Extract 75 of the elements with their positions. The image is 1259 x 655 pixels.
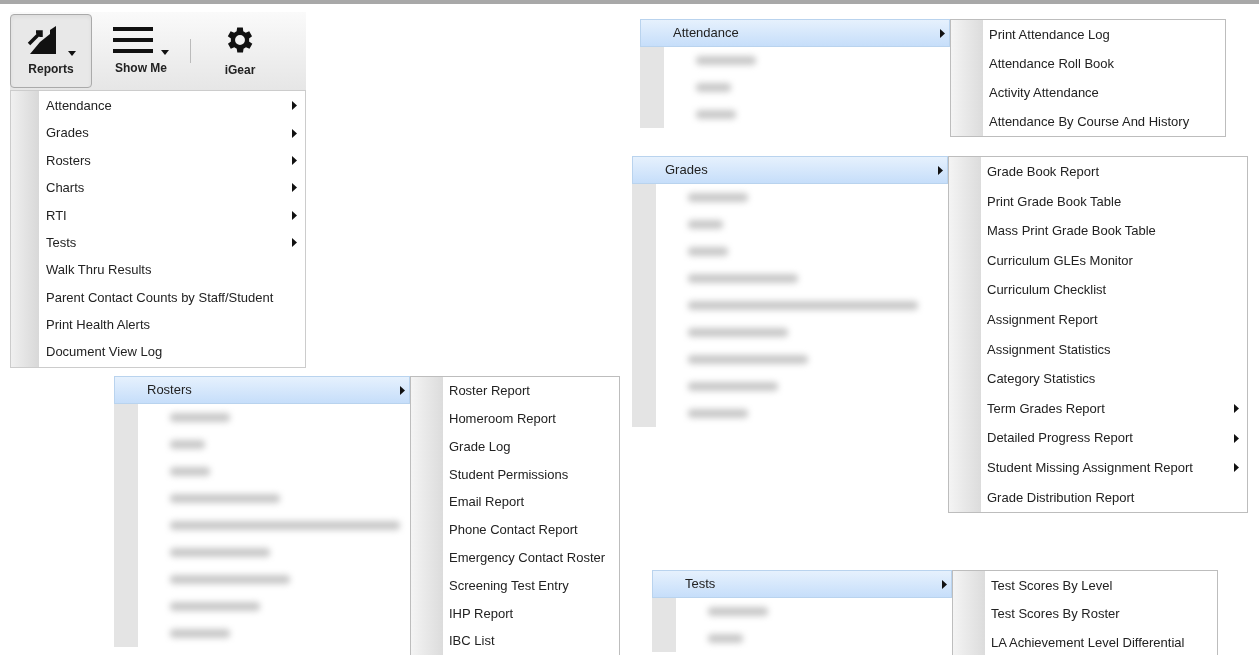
menu-item[interactable]: Student Permissions	[449, 460, 615, 489]
menu-item[interactable]: Category Statistics	[987, 364, 1243, 394]
submenu-arrow-icon	[940, 28, 945, 38]
menu-item[interactable]: Tests	[652, 570, 952, 598]
menu-item[interactable]: Mass Print Grade Book Table	[987, 216, 1243, 246]
blurred-text	[688, 409, 748, 418]
menu-item[interactable]: Test Scores By Level	[991, 571, 1213, 600]
submenu-arrow-icon	[938, 165, 943, 175]
menu-item[interactable]: Parent Contact Counts by Staff/Student	[46, 283, 301, 312]
menu-item[interactable]: Assignment Report	[987, 304, 1243, 335]
menu-item[interactable]: Print Health Alerts	[46, 311, 301, 339]
menu-item[interactable]: Assignment Statistics	[987, 334, 1243, 365]
menu-item[interactable]: Charts	[46, 174, 301, 202]
caret-icon	[161, 50, 169, 55]
menu-item[interactable]: Grades	[632, 156, 948, 184]
blurred-text	[688, 193, 748, 202]
toolbar-button[interactable]: Show Me	[100, 14, 182, 88]
blurred-text	[688, 220, 723, 229]
menu-item[interactable]: Rosters	[46, 146, 301, 175]
menu-item[interactable]: Activity Attendance	[989, 78, 1221, 107]
blurred-text	[170, 413, 230, 422]
blurred-text	[170, 440, 205, 449]
submenu-arrow-icon	[292, 101, 297, 111]
menu-item[interactable]: Curriculum Checklist	[987, 275, 1243, 305]
menu-item[interactable]: Rosters	[114, 376, 410, 404]
submenu-arrow-icon	[292, 183, 297, 193]
menu-item[interactable]: Walk Thru Results	[46, 256, 301, 284]
menu-item[interactable]: Document View Log	[46, 338, 301, 366]
blurred-text	[708, 607, 768, 616]
blurred-text	[688, 247, 728, 256]
menu-item[interactable]: Attendance	[640, 19, 950, 47]
submenu-arrow-icon	[942, 579, 947, 589]
menu-item[interactable]: Screening Test Entry	[449, 571, 615, 600]
menu-item[interactable]: IBC List	[449, 627, 615, 655]
blurred-text	[696, 56, 756, 65]
menu-item[interactable]: Test Scores By Roster	[991, 599, 1213, 628]
menu-item[interactable]: Attendance	[46, 92, 301, 120]
blurred-text	[708, 634, 743, 643]
menu-item[interactable]: Attendance By Course And History	[989, 107, 1221, 136]
menu-item[interactable]: LA Achievement Level Differential	[991, 628, 1213, 655]
menu-item[interactable]: Term Grades Report	[987, 393, 1243, 424]
blurred-text	[696, 110, 736, 119]
menu-item[interactable]: Student Missing Assignment Report	[987, 452, 1243, 483]
submenu-arrow-icon	[1234, 433, 1239, 443]
caret-icon	[68, 51, 76, 56]
menu-icon	[113, 25, 153, 55]
submenu-arrow-icon	[292, 128, 297, 138]
menu-item[interactable]: Print Attendance Log	[989, 20, 1221, 49]
menu-item[interactable]: Detailed Progress Report	[987, 423, 1243, 453]
blurred-text	[170, 629, 230, 638]
submenu-arrow-icon	[292, 238, 297, 248]
menu-item[interactable]: Tests	[46, 228, 301, 257]
menu-item[interactable]: Grades	[46, 119, 301, 147]
blurred-text	[170, 467, 210, 476]
menu-item[interactable]: Curriculum GLEs Monitor	[987, 245, 1243, 276]
menu-item[interactable]: Phone Contact Report	[449, 516, 615, 544]
menu-item[interactable]: Email Report	[449, 488, 615, 516]
submenu-arrow-icon	[292, 210, 297, 220]
submenu-arrow-icon	[1234, 404, 1239, 414]
menu-item[interactable]: Attendance Roll Book	[989, 49, 1221, 78]
menu-item[interactable]: Grade Log	[449, 432, 615, 461]
submenu-arrow-icon	[400, 385, 405, 395]
submenu-arrow-icon	[1234, 463, 1239, 473]
toolbar-button[interactable]: iGear	[199, 14, 281, 88]
submenu-arrow-icon	[292, 155, 297, 165]
menu-item[interactable]: Homeroom Report	[449, 404, 615, 433]
menu-item[interactable]: Grade Book Report	[987, 157, 1243, 187]
blurred-text	[696, 83, 731, 92]
menu-item[interactable]: Print Grade Book Table	[987, 186, 1243, 217]
menu-item[interactable]: Emergency Contact Roster	[449, 543, 615, 572]
toolbar-button[interactable]: Reports	[10, 14, 92, 88]
menu-item[interactable]: Roster Report	[449, 377, 615, 405]
menu-item[interactable]: RTI	[46, 201, 301, 229]
menu-item[interactable]: Grade Distribution Report	[987, 482, 1243, 513]
menu-item[interactable]: IHP Report	[449, 599, 615, 628]
